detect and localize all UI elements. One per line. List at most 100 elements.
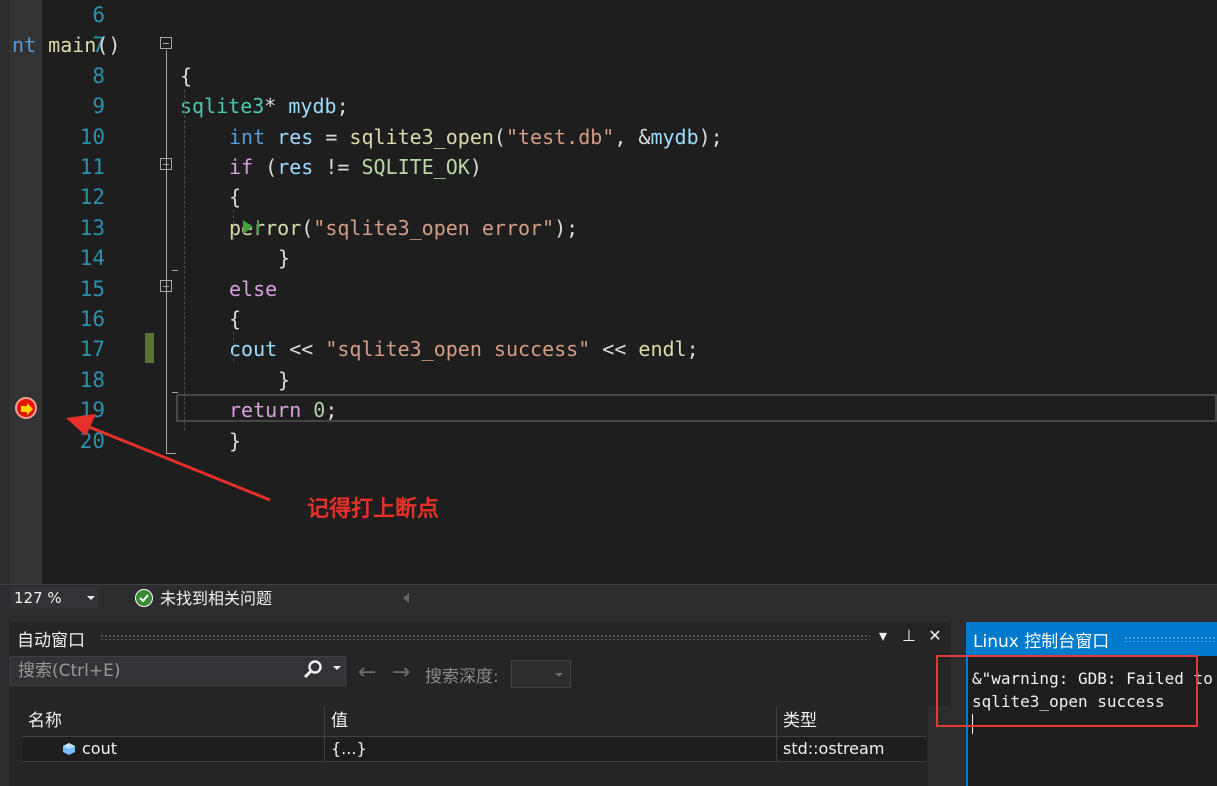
- line-number: 10: [79, 124, 105, 149]
- code-token: , &: [614, 124, 651, 149]
- chevron-down-icon: [87, 596, 95, 600]
- issues-status-text[interactable]: 未找到相关问题: [160, 588, 272, 610]
- code-token: {: [229, 307, 242, 331]
- line-number: 14: [79, 246, 105, 271]
- code-line[interactable]: 15 else: [0, 274, 1217, 304]
- close-icon[interactable]: ✕: [925, 626, 945, 646]
- column-header-type[interactable]: 类型: [777, 706, 926, 736]
- code-text[interactable]: int main(): [0, 30, 120, 60]
- code-text[interactable]: {: [180, 61, 192, 91]
- line-number: 20: [79, 428, 105, 453]
- code-line[interactable]: 16 {: [0, 304, 1217, 334]
- code-line[interactable]: 10 int res = sqlite3_open("test.db", &myd…: [0, 122, 1217, 152]
- code-token: mydb: [288, 94, 337, 119]
- fold-line-main: [166, 50, 167, 454]
- autos-toolbar: 搜索(Ctrl+E) ← → 搜索深度:: [10, 652, 950, 688]
- column-header-name[interactable]: 名称: [22, 706, 325, 736]
- current-statement-arrow-icon: [21, 403, 33, 415]
- autos-search-input[interactable]: 搜索(Ctrl+E): [10, 656, 346, 686]
- code-token: (: [253, 155, 278, 179]
- code-token: sqlite3: [180, 94, 265, 119]
- code-token: "test.db": [505, 124, 615, 149]
- code-token: else: [229, 276, 278, 301]
- line-number: 11: [79, 155, 105, 179]
- code-text[interactable]: }: [229, 426, 241, 456]
- autos-drag-grip[interactable]: [100, 634, 870, 640]
- code-token: res: [277, 155, 314, 179]
- code-token: int: [229, 124, 266, 149]
- line-number: 12: [79, 185, 105, 210]
- forward-arrow-icon[interactable]: →: [392, 660, 410, 685]
- column-header-value[interactable]: 值: [325, 706, 777, 736]
- code-token: ;: [336, 94, 349, 119]
- search-depth-label: 搜索深度:: [425, 667, 499, 687]
- code-text[interactable]: else: [229, 274, 277, 304]
- back-arrow-icon[interactable]: ←: [358, 660, 376, 685]
- console-drag-grip[interactable]: [1124, 636, 1217, 642]
- code-line[interactable]: 20}: [0, 426, 1217, 456]
- code-line[interactable]: 11 if (res != SQLITE_OK): [0, 152, 1217, 182]
- variable-object-icon: [63, 743, 75, 755]
- check-circle-icon[interactable]: [135, 589, 153, 607]
- line-number: 6: [92, 3, 105, 27]
- code-text[interactable]: sqlite3* mydb;: [180, 91, 349, 121]
- code-token: res: [277, 124, 314, 149]
- cell-value[interactable]: {...}: [325, 737, 777, 761]
- code-token: SQLITE_OK: [361, 155, 470, 179]
- code-text[interactable]: cout << "sqlite3_open success" << endl;: [229, 334, 699, 364]
- code-token: }: [278, 367, 291, 392]
- code-token: cout: [229, 337, 278, 362]
- table-row[interactable]: cout {...} std::ostream: [22, 737, 926, 762]
- code-text[interactable]: }: [278, 243, 290, 273]
- code-text[interactable]: }: [278, 365, 290, 395]
- code-line[interactable]: 7 int main(): [0, 30, 1217, 60]
- code-text[interactable]: int res = sqlite3_open("test.db", &mydb)…: [229, 122, 723, 152]
- fold-toggle-main[interactable]: [160, 37, 172, 49]
- code-token: "sqlite3_open success": [325, 337, 591, 362]
- scroll-left-icon[interactable]: [403, 593, 409, 603]
- autos-title-bar[interactable]: 自动窗口 ▾ ⊥ ✕: [10, 622, 950, 652]
- indent-guide-2: [233, 210, 234, 240]
- code-token: }: [229, 428, 242, 453]
- line-number: 16: [79, 307, 105, 331]
- annotation-text: 记得打上断点: [307, 497, 440, 522]
- code-text[interactable]: {: [229, 304, 241, 334]
- code-line[interactable]: 6: [0, 0, 1217, 30]
- code-token: ;: [325, 398, 338, 423]
- code-text[interactable]: return 0;: [229, 395, 337, 425]
- variable-name: cout: [82, 739, 117, 758]
- grid-header: 名称 值 类型: [22, 706, 926, 737]
- code-text[interactable]: perror("sqlite3_open error");: [229, 213, 578, 243]
- breakpoint-icon[interactable]: [15, 397, 37, 419]
- code-editor[interactable]: 6 7 int main() 8{ 9 sqlite3* mydb; 10 int res =…: [0, 0, 1217, 584]
- code-line[interactable]: 9 sqlite3* mydb;: [0, 91, 1217, 121]
- code-line[interactable]: 18}: [0, 365, 1217, 395]
- code-token: main: [48, 33, 97, 58]
- code-line[interactable]: 8{: [0, 61, 1217, 91]
- code-text[interactable]: if (res != SQLITE_OK): [229, 152, 482, 182]
- code-line[interactable]: 13 perror("sqlite3_open error");: [0, 213, 1217, 243]
- pin-icon[interactable]: ⊥: [899, 626, 919, 646]
- code-line[interactable]: 17 cout << "sqlite3_open success" << endl…: [0, 334, 1217, 364]
- search-icon[interactable]: [303, 659, 323, 679]
- line-number: 17: [79, 337, 105, 362]
- code-line[interactable]: 12 {: [0, 182, 1217, 212]
- code-line[interactable]: 19 return 0;: [0, 395, 1217, 425]
- indent-guide-1: [184, 90, 185, 430]
- fold-line-else-end: [172, 392, 178, 393]
- zoom-dropdown[interactable]: 127 %: [10, 587, 98, 609]
- code-token: (: [301, 215, 314, 240]
- line-number: 9: [92, 94, 105, 119]
- code-text[interactable]: {: [229, 182, 241, 212]
- code-token: sqlite3_open: [349, 124, 494, 149]
- step-into-icon[interactable]: [241, 219, 263, 235]
- cell-type: std::ostream: [783, 739, 885, 758]
- search-options-chevron-icon[interactable]: [333, 666, 341, 670]
- window-position-dropdown[interactable]: ▾: [873, 626, 893, 646]
- code-line[interactable]: 14}: [0, 243, 1217, 273]
- code-token: ): [469, 155, 482, 179]
- annotation-highlight-box: [936, 655, 1198, 727]
- console-title-bar[interactable]: Linux 控制台窗口: [966, 622, 1217, 656]
